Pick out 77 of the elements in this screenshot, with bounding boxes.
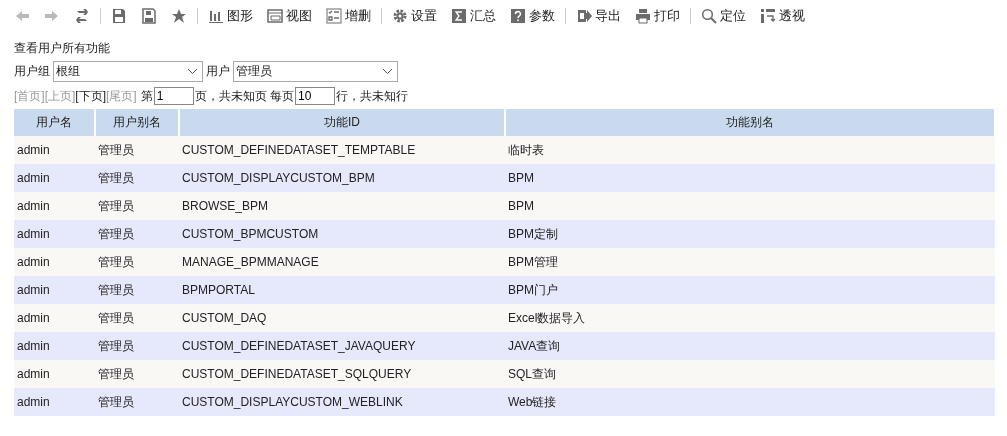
toolbar-button[interactable]: 透视 <box>754 4 811 28</box>
pivot-icon <box>760 8 776 24</box>
column-header[interactable]: 功能别名 <box>505 109 995 136</box>
table-cell: Excel数据导入 <box>505 304 995 332</box>
toolbar-button[interactable]: 打印 <box>629 4 686 28</box>
pager-text: 行，共未知行 <box>336 87 409 105</box>
table-cell: 管理员 <box>95 136 179 164</box>
table-cell: BPM定制 <box>505 220 995 248</box>
table-cell: BPM <box>505 192 995 220</box>
toolbar-button[interactable]: 增删 <box>320 4 377 28</box>
table-cell: BPM <box>505 164 995 192</box>
chevron-down-icon <box>187 68 198 75</box>
chevron-down-icon <box>382 68 393 75</box>
table-cell: admin <box>14 164 95 192</box>
table-cell: 管理员 <box>95 304 179 332</box>
pager-text: 第 <box>140 87 153 105</box>
table-cell: 管理员 <box>95 360 179 388</box>
column-header[interactable]: 用户别名 <box>95 109 179 136</box>
export-icon <box>576 8 592 24</box>
table-cell: admin <box>14 220 95 248</box>
field-label: 用户组 <box>14 63 50 80</box>
table-cell: 管理员 <box>95 248 179 276</box>
table-cell: CUSTOM_BPMCUSTOM <box>179 220 505 248</box>
help-icon <box>510 8 526 24</box>
page-input[interactable]: 1 <box>153 87 194 105</box>
table-cell: admin <box>14 388 95 416</box>
page-size-input[interactable]: 10 <box>295 87 336 105</box>
table-cell: admin <box>14 332 95 360</box>
table-cell: 管理员 <box>95 164 179 192</box>
table-cell: 管理员 <box>95 220 179 248</box>
table-cell: 管理员 <box>95 332 179 360</box>
checklist-icon <box>326 8 342 24</box>
table-cell: admin <box>14 276 95 304</box>
pager-text: 页，共未知页 每页 <box>194 87 295 105</box>
table-cell: 管理员 <box>95 388 179 416</box>
printer-icon <box>635 8 651 24</box>
table-cell: CUSTOM_DEFINEDATASET_JAVAQUERY <box>179 332 505 360</box>
settings-icon <box>392 8 408 24</box>
table-cell: CUSTOM_DISPLAYCUSTOM_BPM <box>179 164 505 192</box>
table-cell: BPMPORTAL <box>179 276 505 304</box>
table-cell: Web链接 <box>505 388 995 416</box>
table-cell: BROWSE_BPM <box>179 192 505 220</box>
table-cell: admin <box>14 360 95 388</box>
field-label: 用户 <box>206 63 230 80</box>
toolbar-button[interactable]: 参数 <box>504 4 561 28</box>
table-cell: admin <box>14 136 95 164</box>
table-cell: 临时表 <box>505 136 995 164</box>
table-cell: CUSTOM_DEFINEDATASET_SQLQUERY <box>179 360 505 388</box>
pager-link[interactable]: [下页] <box>75 87 106 105</box>
toolbar-button[interactable]: 汇总 <box>445 4 502 28</box>
bar-chart-icon <box>208 8 224 24</box>
search-icon <box>701 8 717 24</box>
window-icon <box>267 8 283 24</box>
toolbar-button[interactable]: 导出 <box>570 4 627 28</box>
table-cell: MANAGE_BPMMANAGE <box>179 248 505 276</box>
table-cell: CUSTOM_DAQ <box>179 304 505 332</box>
table-cell: BPM管理 <box>505 248 995 276</box>
table-cell: BPM门户 <box>505 276 995 304</box>
column-header[interactable]: 用户名 <box>14 109 95 136</box>
toolbar-button[interactable]: 视图 <box>261 4 318 28</box>
table-cell: admin <box>14 192 95 220</box>
dropdown[interactable]: 管理员 <box>233 61 398 82</box>
page-title: 查看用户所有功能 <box>14 40 111 57</box>
table-cell: JAVA查询 <box>505 332 995 360</box>
sigma-icon <box>451 8 467 24</box>
dropdown[interactable]: 根组 <box>53 61 203 82</box>
toolbar-button[interactable]: 定位 <box>695 4 752 28</box>
toolbar-button[interactable]: 图形 <box>202 4 259 28</box>
column-header[interactable]: 功能ID <box>179 109 505 136</box>
table-cell: 管理员 <box>95 276 179 304</box>
table-cell: admin <box>14 304 95 332</box>
table-cell: 管理员 <box>95 192 179 220</box>
table-cell: CUSTOM_DEFINEDATASET_TEMPTABLE <box>179 136 505 164</box>
table-cell: SQL查询 <box>505 360 995 388</box>
table-cell: admin <box>14 248 95 276</box>
table-cell: CUSTOM_DISPLAYCUSTOM_WEBLINK <box>179 388 505 416</box>
toolbar-button[interactable]: 设置 <box>386 4 443 28</box>
